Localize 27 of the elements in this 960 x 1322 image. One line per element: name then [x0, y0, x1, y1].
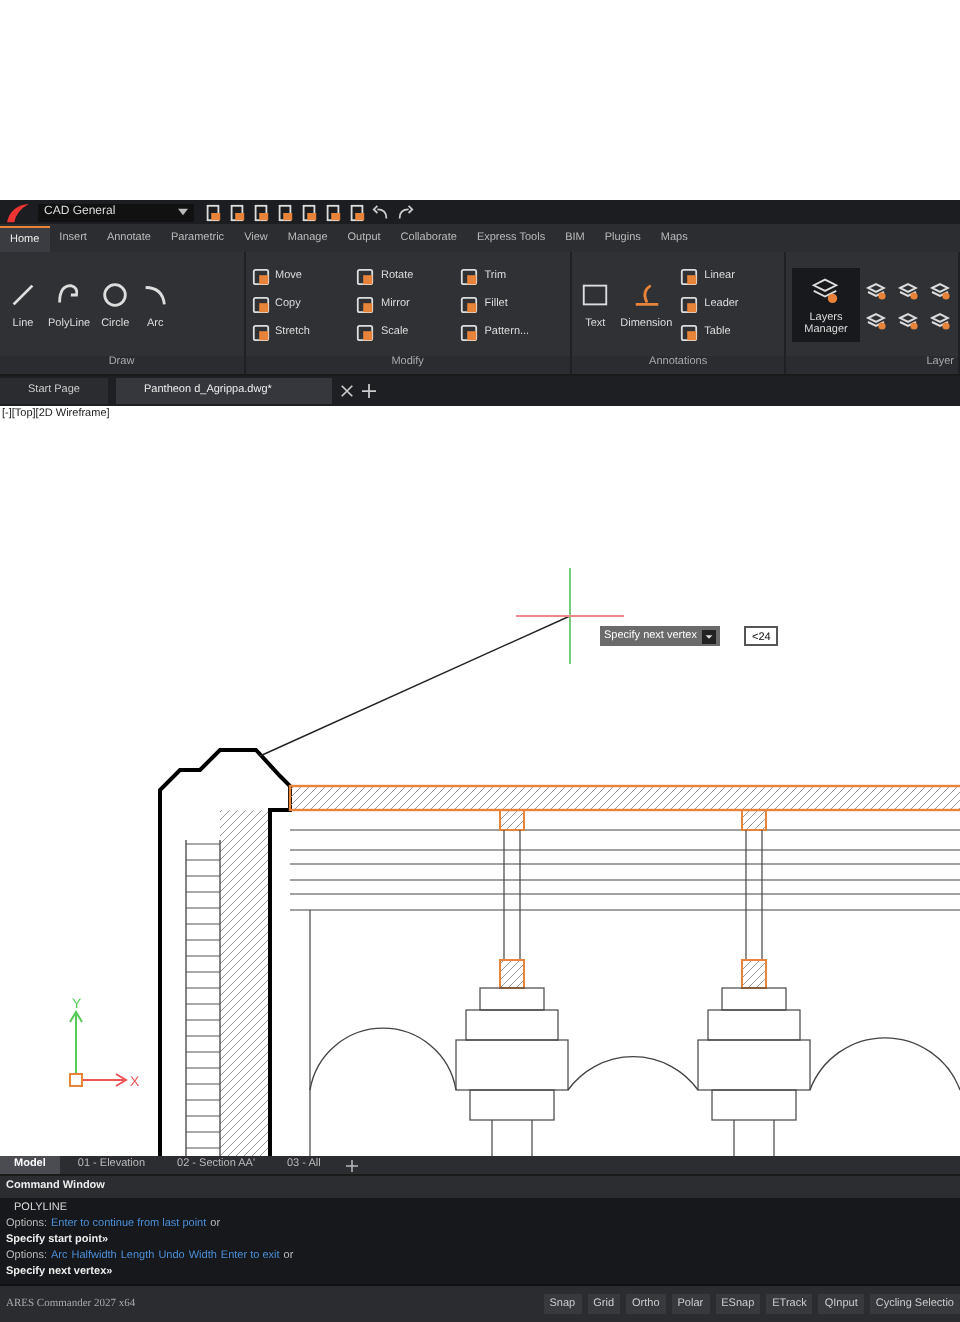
- layer-icon[interactable]: [897, 279, 918, 299]
- dimension-icon: [631, 279, 662, 309]
- layers-icon: [810, 273, 841, 303]
- file-icon[interactable]: [276, 203, 294, 221]
- plus-icon[interactable]: [361, 384, 376, 398]
- layer-icon[interactable]: [865, 309, 886, 329]
- layer-icon[interactable]: [865, 279, 886, 299]
- caret-icon[interactable]: [178, 208, 188, 216]
- logo-icon: [4, 201, 32, 223]
- file-icon[interactable]: [228, 203, 246, 221]
- redo-icon[interactable]: [396, 203, 414, 221]
- line-icon: [8, 279, 38, 309]
- undo-icon[interactable]: [372, 203, 390, 221]
- file-icon[interactable]: [324, 203, 342, 221]
- file-icon[interactable]: [348, 203, 366, 221]
- layer-icon[interactable]: [897, 309, 918, 329]
- text-icon: [580, 279, 611, 309]
- caret-icon[interactable]: [702, 629, 717, 643]
- plus-icon[interactable]: [346, 1159, 359, 1171]
- ucs-icon: [69, 1010, 128, 1087]
- layer-icon[interactable]: [929, 309, 950, 329]
- close-icon[interactable]: [339, 384, 354, 398]
- file-icon[interactable]: [204, 203, 222, 221]
- circle-icon: [100, 279, 131, 309]
- layer-icon[interactable]: [929, 279, 950, 299]
- file-icon[interactable]: [300, 203, 318, 221]
- file-icon[interactable]: [252, 203, 270, 221]
